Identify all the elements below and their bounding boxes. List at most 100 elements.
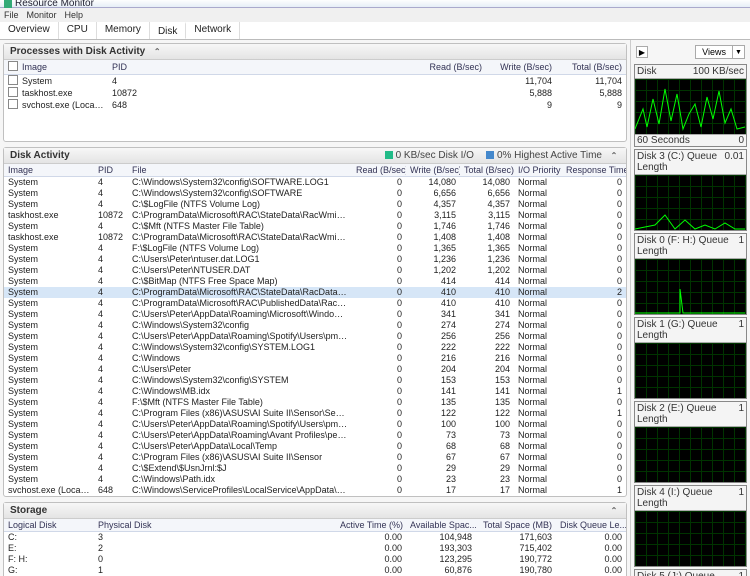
- graph: Disk 0 (F: H:) Queue Length1: [634, 233, 747, 315]
- graph-scale: 1: [738, 319, 744, 341]
- table-row[interactable]: taskhost.exe108725,8885,888: [4, 87, 626, 99]
- tab-cpu[interactable]: CPU: [59, 22, 97, 39]
- table-row[interactable]: System4C:\Windows\System32\config\SOFTWA…: [4, 188, 626, 199]
- col-write[interactable]: Write (B/sec): [406, 164, 460, 177]
- processes-table: Image PID Read (B/sec) Write (B/sec) Tot…: [4, 60, 626, 111]
- menu-help[interactable]: Help: [65, 8, 84, 22]
- col-active[interactable]: Active Time (%): [336, 519, 406, 532]
- col-read[interactable]: Read (B/sec): [416, 60, 486, 75]
- views-dropdown-icon[interactable]: ▼: [733, 45, 745, 59]
- col-total[interactable]: Total (B/sec): [460, 164, 514, 177]
- row-checkbox[interactable]: [8, 87, 18, 97]
- graph-title: Disk: [637, 66, 656, 77]
- table-row[interactable]: System4C:\Windows\System32\config\SYSTEM…: [4, 342, 626, 353]
- table-row[interactable]: System4C:\$Mft (NTFS Master File Table)0…: [4, 221, 626, 232]
- col-queue[interactable]: Disk Queue Le...: [556, 519, 626, 532]
- storage-panel: Storage ⌃ Logical Disk Physical Disk Act…: [3, 502, 627, 576]
- table-row[interactable]: System4C:\Windows\MB.idx0141141Normal1: [4, 386, 626, 397]
- table-row[interactable]: System4C:\Windows\System32\config0274274…: [4, 320, 626, 331]
- table-row[interactable]: G:10.0060,876190,7800.00: [4, 564, 626, 575]
- col-checkbox[interactable]: [4, 60, 18, 75]
- table-row[interactable]: System4C:\ProgramData\Microsoft\RAC\Publ…: [4, 298, 626, 309]
- processes-header[interactable]: Processes with Disk Activity ⌃: [4, 44, 626, 60]
- menu-monitor[interactable]: Monitor: [27, 8, 57, 22]
- col-image[interactable]: Image: [4, 164, 94, 177]
- table-row[interactable]: System4F:\$LogFile (NTFS Volume Log)01,3…: [4, 243, 626, 254]
- table-row[interactable]: System4C:\Windows\System32\config\SOFTWA…: [4, 177, 626, 188]
- table-row[interactable]: System4C:\Windows\Path.idx02323Normal0: [4, 474, 626, 485]
- col-image[interactable]: Image: [18, 60, 108, 75]
- graph-title: Disk 5 (J:) Queue Length: [637, 571, 738, 576]
- graph-scale: 100 KB/sec: [693, 66, 744, 77]
- col-total[interactable]: Total (B/sec): [556, 60, 626, 75]
- row-checkbox[interactable]: [8, 75, 18, 85]
- views-button[interactable]: Views: [695, 45, 733, 59]
- table-row[interactable]: System4C:\Users\Peter\AppData\Roaming\Av…: [4, 430, 626, 441]
- table-row[interactable]: System4C:\Users\Peter\AppData\Roaming\Mi…: [4, 309, 626, 320]
- col-priority[interactable]: I/O Priority: [514, 164, 562, 177]
- disk-activity-table: Image PID File Read (B/sec) Write (B/sec…: [4, 164, 626, 496]
- table-row[interactable]: svchost.exe (LocalServiceNetwo...648C:\W…: [4, 485, 626, 496]
- graph-title: Disk 4 (I:) Queue Length: [637, 487, 738, 509]
- graph-scale: 1: [738, 487, 744, 509]
- table-row[interactable]: F: H:00.00123,295190,7720.00: [4, 553, 626, 564]
- table-row[interactable]: System4C:\Program Files (x86)\ASUS\AI Su…: [4, 452, 626, 463]
- graph-title: Disk 0 (F: H:) Queue Length: [637, 235, 738, 257]
- table-row[interactable]: System4C:\Users\Peter\AppData\Roaming\Sp…: [4, 419, 626, 430]
- table-row[interactable]: taskhost.exe10872C:\ProgramData\Microsof…: [4, 232, 626, 243]
- tab-disk[interactable]: Disk: [150, 22, 186, 39]
- window-titlebar: Resource Monitor: [0, 0, 750, 8]
- graph-scale: 1: [738, 571, 744, 576]
- col-read[interactable]: Read (B/sec): [352, 164, 406, 177]
- blue-square-icon: [486, 151, 494, 159]
- chevron-up-icon[interactable]: ⌃: [151, 46, 163, 58]
- table-row[interactable]: System4F:\$Mft (NTFS Master File Table)0…: [4, 397, 626, 408]
- col-pid[interactable]: PID: [94, 164, 128, 177]
- col-pid[interactable]: PID: [108, 60, 168, 75]
- graph: Disk 2 (E:) Queue Length1: [634, 401, 747, 483]
- tab-memory[interactable]: Memory: [97, 22, 150, 39]
- col-avail[interactable]: Available Spac...: [406, 519, 476, 532]
- table-row[interactable]: System4C:\Users\Peter\AppData\Roaming\Sp…: [4, 331, 626, 342]
- table-row[interactable]: System4C:\$Extend\$UsnJrnl:$J02929Normal…: [4, 463, 626, 474]
- table-row[interactable]: System4C:\Users\Peter\AppData\Local\Temp…: [4, 441, 626, 452]
- chevron-up-icon[interactable]: ⌃: [608, 150, 620, 162]
- table-row[interactable]: C:30.00104,948171,6030.00: [4, 531, 626, 542]
- table-row[interactable]: System4C:\Users\Peter\ntuser.dat.LOG101,…: [4, 254, 626, 265]
- storage-title: Storage: [10, 505, 47, 516]
- graph-scale: 1: [738, 235, 744, 257]
- green-square-icon: [385, 151, 393, 159]
- col-logical[interactable]: Logical Disk: [4, 519, 94, 532]
- storage-header[interactable]: Storage ⌃: [4, 503, 626, 519]
- graph: Disk 5 (J:) Queue Length1: [634, 569, 747, 576]
- col-totalspace[interactable]: Total Space (MB): [476, 519, 556, 532]
- table-row[interactable]: System4C:\ProgramData\Microsoft\RAC\Stat…: [4, 287, 626, 298]
- col-physical[interactable]: Physical Disk: [94, 519, 184, 532]
- collapse-arrow-icon[interactable]: ▶: [636, 46, 648, 58]
- tab-overview[interactable]: Overview: [0, 22, 59, 39]
- table-row[interactable]: E:20.00193,303715,4020.00: [4, 542, 626, 553]
- table-row[interactable]: System4C:\Windows\System32\config\SYSTEM…: [4, 375, 626, 386]
- table-row[interactable]: System411,70411,704: [4, 75, 626, 88]
- col-response[interactable]: Response Time ...: [562, 164, 626, 177]
- table-row[interactable]: System4C:\$BitMap (NTFS Free Space Map)0…: [4, 276, 626, 287]
- table-row[interactable]: svchost.exe (LocalServiceNet...64899: [4, 99, 626, 111]
- menu-file[interactable]: File: [4, 8, 19, 22]
- col-file[interactable]: File: [128, 164, 352, 177]
- graph-title: Disk 3 (C:) Queue Length: [637, 151, 725, 173]
- disk-activity-header[interactable]: Disk Activity 0 KB/sec Disk I/O 0% Highe…: [4, 148, 626, 164]
- table-row[interactable]: System4C:\Users\Peter\NTUSER.DAT01,2021,…: [4, 265, 626, 276]
- app-icon: [4, 0, 12, 8]
- table-row[interactable]: taskhost.exe10872C:\ProgramData\Microsof…: [4, 210, 626, 221]
- table-row[interactable]: System4C:\Windows0216216Normal0: [4, 353, 626, 364]
- graph: Disk100 KB/sec60 Seconds0: [634, 64, 747, 147]
- graph: Disk 4 (I:) Queue Length1: [634, 485, 747, 567]
- table-row[interactable]: System4C:\Users\Peter0204204Normal0: [4, 364, 626, 375]
- table-row[interactable]: System4C:\Program Files (x86)\ASUS\AI Su…: [4, 408, 626, 419]
- graph-title: Disk 1 (G:) Queue Length: [637, 319, 738, 341]
- row-checkbox[interactable]: [8, 99, 18, 109]
- tab-network[interactable]: Network: [186, 22, 240, 39]
- col-write[interactable]: Write (B/sec): [486, 60, 556, 75]
- chevron-up-icon[interactable]: ⌃: [608, 504, 620, 516]
- table-row[interactable]: System4C:\$LogFile (NTFS Volume Log)04,3…: [4, 199, 626, 210]
